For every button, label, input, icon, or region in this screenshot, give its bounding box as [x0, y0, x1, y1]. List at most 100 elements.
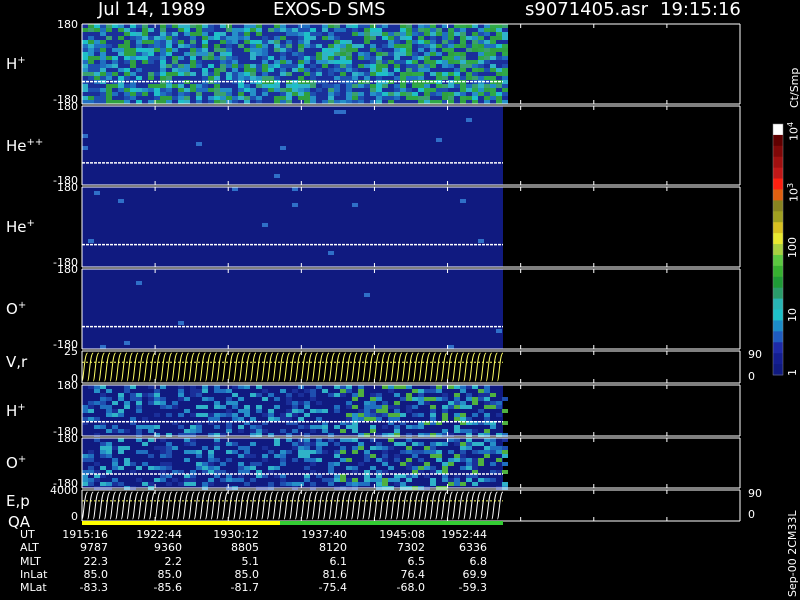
- spectrogram-cell: [166, 60, 172, 64]
- spectrogram-cell: [262, 28, 268, 32]
- spectrogram-cell: [448, 52, 454, 56]
- spectrogram-cell: [418, 425, 424, 429]
- spectrogram-chart: [81, 23, 784, 525]
- spectrogram-cell: [292, 96, 298, 100]
- spectrogram-cell: [430, 32, 436, 36]
- spectrogram-cell: [184, 44, 190, 48]
- spectrogram-cell: [94, 76, 100, 80]
- spectrogram-cell: [130, 48, 136, 52]
- spectrogram-cell: [400, 84, 406, 88]
- spectrogram-cell: [172, 478, 178, 482]
- spectrogram-cell: [148, 96, 154, 100]
- spectrogram-cell: [232, 413, 238, 417]
- spectrogram-cell: [262, 223, 268, 227]
- spectrogram-cell: [490, 36, 496, 40]
- spectrogram-cell: [418, 413, 424, 417]
- trace-segment: [188, 352, 195, 382]
- panel-label-charge: ++: [26, 136, 44, 148]
- spectrogram-cell: [154, 413, 160, 417]
- spectrogram-cell: [208, 84, 214, 88]
- spectrogram-cell: [298, 425, 304, 429]
- spectrogram-cell: [334, 110, 340, 114]
- spectrogram-cell: [382, 425, 388, 429]
- spectrogram-cell: [280, 429, 286, 433]
- spectrogram-cell: [424, 72, 430, 76]
- spectrogram-cell: [160, 32, 166, 36]
- spectrogram-cell: [484, 446, 490, 450]
- spectrogram-cell: [118, 482, 124, 486]
- spectrogram-cell: [322, 100, 328, 104]
- spectrogram-cell: [412, 397, 418, 401]
- spectrogram-cell: [478, 52, 484, 56]
- spectrogram-cell: [442, 397, 448, 401]
- spectrogram-cell: [430, 405, 436, 409]
- spectrogram-cell: [196, 425, 202, 429]
- spectrogram-cell: [214, 413, 220, 417]
- trace-segment: [204, 352, 212, 382]
- spectrogram-cell: [292, 187, 298, 191]
- spectrogram-cell: [472, 40, 478, 44]
- spectrogram-cell: [184, 64, 190, 68]
- spectrogram-cell: [178, 76, 184, 80]
- spectrogram-cell: [352, 44, 358, 48]
- spectrogram-cell: [502, 56, 508, 60]
- spectrogram-cell: [502, 36, 508, 40]
- spectrogram-cell: [304, 442, 310, 446]
- spectrogram-cell: [436, 458, 442, 462]
- spectrogram-cell: [466, 466, 472, 470]
- spectrogram-cell: [376, 52, 382, 56]
- spectrogram-cell: [196, 96, 202, 100]
- spectrogram-cell: [82, 96, 88, 100]
- spectrogram-cell: [454, 24, 460, 28]
- spectrogram-cell: [304, 413, 310, 417]
- spectrogram-cell: [118, 48, 124, 52]
- spectrogram-cell: [106, 36, 112, 40]
- trace-segment: [87, 352, 94, 382]
- trace-segment: [362, 491, 369, 520]
- spectrogram-cell: [394, 52, 400, 56]
- spectrogram-cell: [418, 88, 424, 92]
- spectrogram-cell: [148, 68, 154, 72]
- spectrogram-cell: [118, 24, 124, 28]
- spectrogram-cell: [112, 482, 118, 486]
- trace-segment: [311, 352, 319, 382]
- spectrogram-cell: [310, 64, 316, 68]
- spectrogram-cell: [460, 458, 466, 462]
- spectrogram-cell: [208, 24, 214, 28]
- spectrogram-cell: [346, 413, 352, 417]
- spectrogram-cell: [160, 52, 166, 56]
- spectrogram-cell: [406, 100, 412, 104]
- spectrogram-cell: [256, 425, 262, 429]
- spectrogram-cell: [100, 28, 106, 32]
- spectrogram-cell: [448, 44, 454, 48]
- spectrogram-cell: [304, 24, 310, 28]
- spectrogram-cell: [118, 64, 124, 68]
- spectrogram-cell: [346, 389, 352, 393]
- spectrogram-cell: [274, 56, 280, 60]
- spectrogram-cell: [94, 385, 100, 389]
- spectrogram-cell: [358, 413, 364, 417]
- spectrogram-cell: [250, 24, 256, 28]
- spectrogram-cell: [100, 68, 106, 72]
- spectrogram-cell: [382, 405, 388, 409]
- y-axis-min: 0: [71, 510, 78, 523]
- spectrogram-cell: [208, 466, 214, 470]
- ephemeris-value: 1945:08: [379, 528, 425, 541]
- spectrogram-cell: [340, 429, 346, 433]
- spectrogram-cell: [100, 32, 106, 36]
- spectrogram-cell: [316, 401, 322, 405]
- spectrogram-cell: [280, 413, 286, 417]
- spectrogram-cell: [82, 28, 88, 32]
- spectrogram-cell: [448, 482, 454, 486]
- spectrogram-cell: [268, 413, 274, 417]
- spectrogram-cell: [382, 446, 388, 450]
- panel-5: [81, 350, 741, 384]
- spectrogram-cell: [268, 32, 274, 36]
- spectrogram-cell: [310, 482, 316, 486]
- spectrogram-cell: [220, 389, 226, 393]
- spectrogram-cell: [118, 52, 124, 56]
- spectrogram-cell: [148, 76, 154, 80]
- trace-segment: [474, 491, 482, 520]
- spectrogram-cell: [496, 458, 502, 462]
- spectrogram-cell: [418, 84, 424, 88]
